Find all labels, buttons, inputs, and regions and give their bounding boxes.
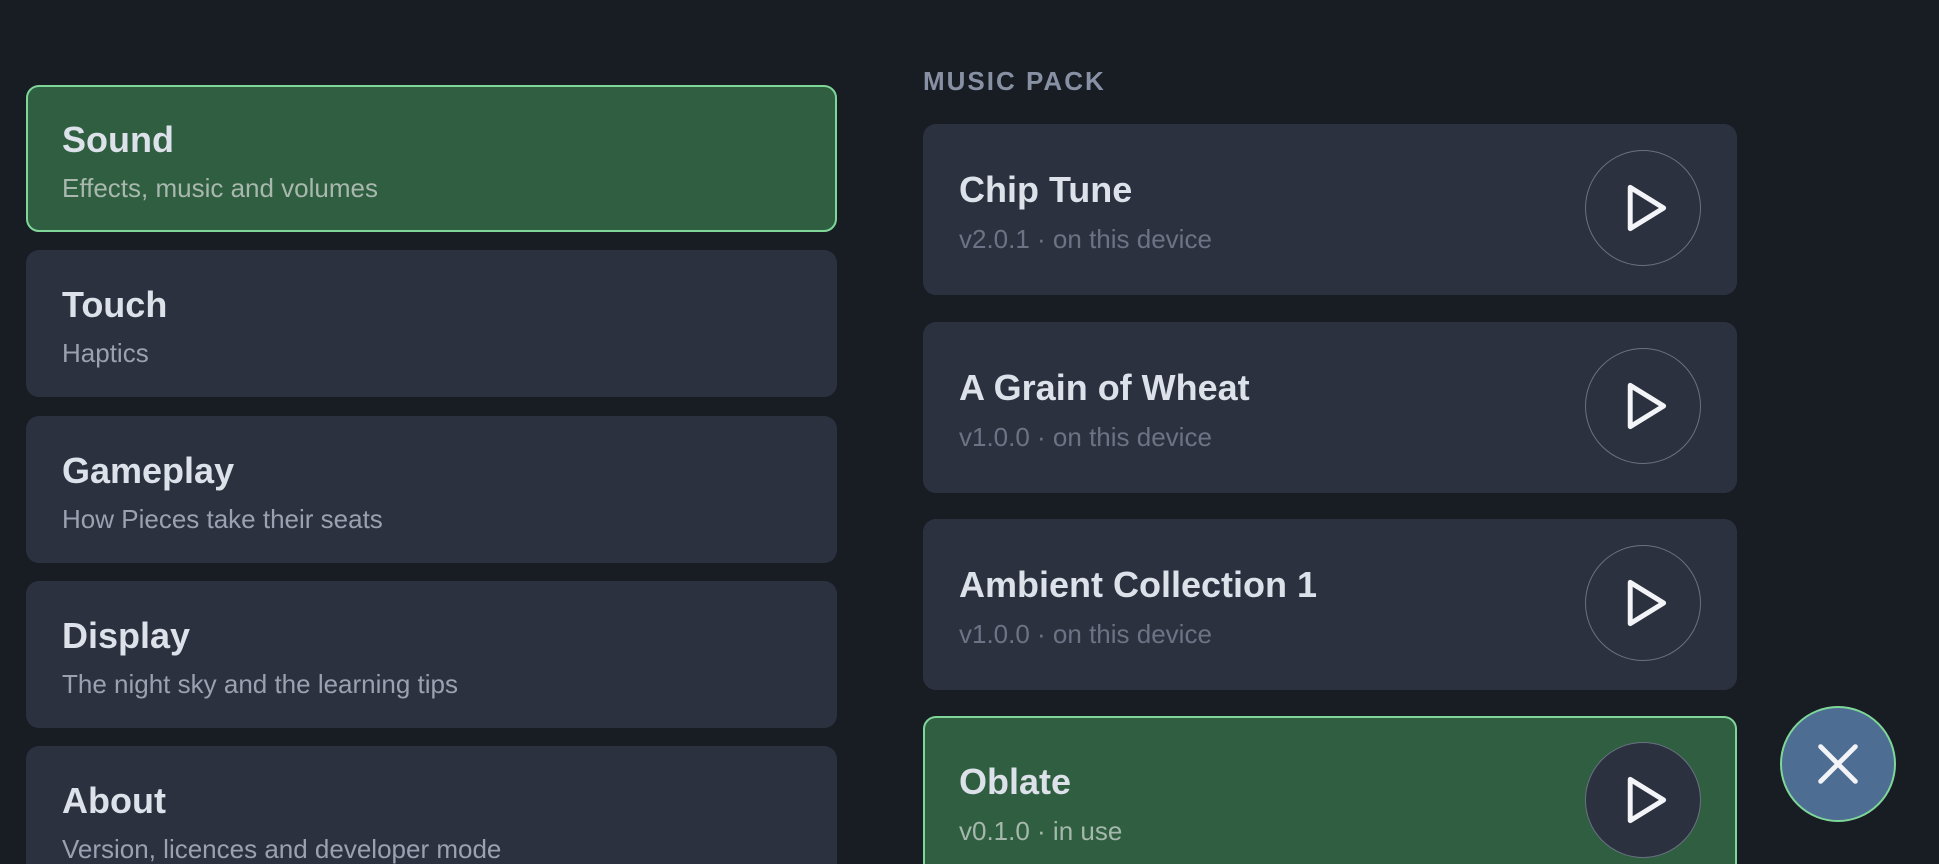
- music-pack-item[interactable]: Chip Tune v2.0.1 · on this device: [923, 124, 1737, 295]
- category-subtitle: Effects, music and volumes: [62, 173, 378, 203]
- category-subtitle: How Pieces take their seats: [62, 504, 383, 534]
- pack-subtitle: v1.0.0 · on this device: [959, 619, 1212, 649]
- category-subtitle: Haptics: [62, 338, 149, 368]
- category-title: Display: [62, 615, 191, 656]
- pack-title: Chip Tune: [959, 169, 1133, 210]
- category-display[interactable]: Display The night sky and the learning t…: [26, 581, 837, 728]
- category-title: Sound: [62, 119, 174, 160]
- music-pack-heading: MUSIC PACK: [923, 66, 1106, 96]
- close-icon: [1818, 744, 1858, 784]
- category-sound[interactable]: Sound Effects, music and volumes: [26, 85, 837, 232]
- pack-subtitle: v0.1.0 · in use: [959, 816, 1123, 846]
- music-pack-item-selected[interactable]: Oblate v0.1.0 · in use: [923, 716, 1737, 864]
- category-subtitle: The night sky and the learning tips: [62, 669, 459, 699]
- category-title: Touch: [62, 284, 168, 325]
- category-touch[interactable]: Touch Haptics: [26, 250, 837, 397]
- pack-title: A Grain of Wheat: [959, 367, 1250, 408]
- music-pack-item[interactable]: Ambient Collection 1 v1.0.0 · on this de…: [923, 519, 1737, 690]
- category-gameplay[interactable]: Gameplay How Pieces take their seats: [26, 416, 837, 563]
- play-preview-button[interactable]: [1585, 545, 1701, 661]
- category-title: About: [62, 780, 166, 821]
- pack-title: Ambient Collection 1: [959, 564, 1318, 605]
- settings-screen: Sound Effects, music and volumes Touch H…: [0, 0, 1939, 864]
- category-about[interactable]: About Version, licences and developer mo…: [26, 746, 837, 864]
- category-subtitle: Version, licences and developer mode: [62, 834, 502, 864]
- play-preview-button[interactable]: [1585, 348, 1701, 464]
- play-icon: [1627, 382, 1667, 430]
- play-icon: [1627, 579, 1667, 627]
- play-icon: [1627, 776, 1667, 824]
- pack-title: Oblate: [959, 761, 1072, 802]
- pack-subtitle: v2.0.1 · on this device: [959, 224, 1212, 254]
- play-icon: [1627, 184, 1667, 232]
- play-preview-button[interactable]: [1585, 742, 1701, 858]
- music-pack-item[interactable]: A Grain of Wheat v1.0.0 · on this device: [923, 322, 1737, 493]
- play-preview-button[interactable]: [1585, 150, 1701, 266]
- close-button[interactable]: [1780, 706, 1896, 822]
- pack-subtitle: v1.0.0 · on this device: [959, 422, 1212, 452]
- category-title: Gameplay: [62, 450, 235, 491]
